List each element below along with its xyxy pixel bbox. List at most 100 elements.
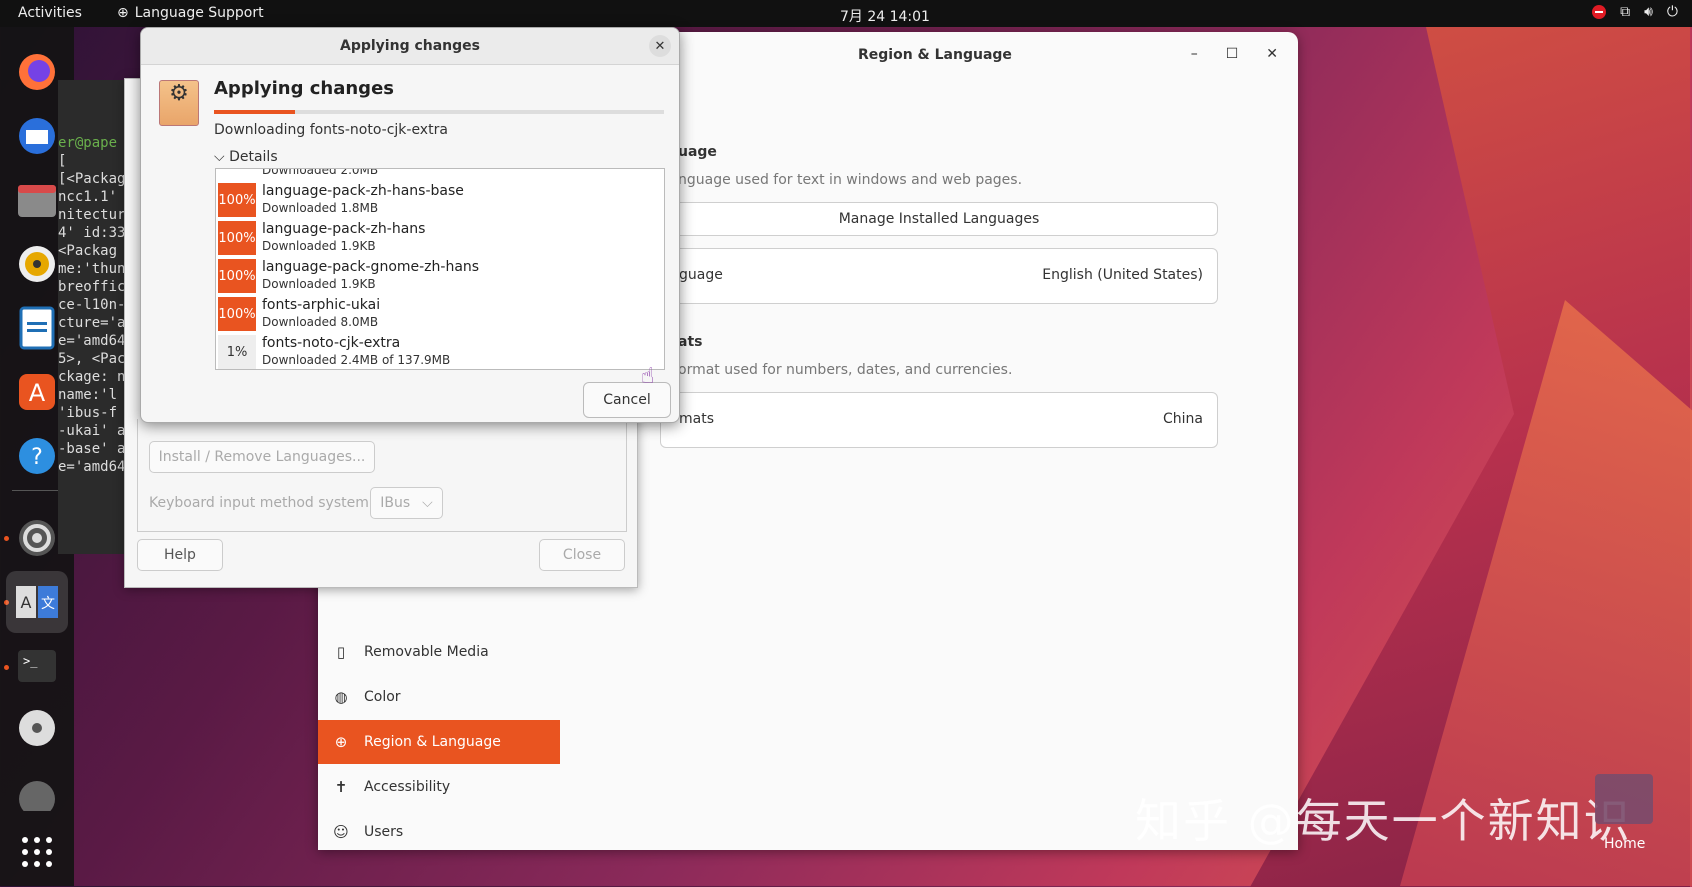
download-percent: 1% xyxy=(218,335,256,369)
power-icon[interactable]: ⏻ xyxy=(1667,4,1678,20)
help-label: Help xyxy=(164,547,196,563)
svg-text:A: A xyxy=(21,593,32,612)
help-icon[interactable]: ? xyxy=(12,431,62,481)
disc-icon[interactable] xyxy=(12,703,62,753)
update-icon[interactable] xyxy=(1592,5,1606,19)
language-section-subtitle: nguage used for text in windows and web … xyxy=(678,172,1022,188)
install-remove-label: Install / Remove Languages... xyxy=(159,449,366,465)
sidebar-item-label: Region & Language xyxy=(364,734,501,750)
sidebar-item-label: Accessibility xyxy=(364,779,450,795)
keyboard-input-select[interactable]: IBus ⌵ xyxy=(370,487,443,519)
applying-changes-dialog: Applying changes ✕ ⚙ Applying changes Do… xyxy=(140,27,680,423)
keyboard-input-value: IBus xyxy=(380,495,410,511)
close-icon[interactable]: ✕ xyxy=(1266,46,1278,62)
usb-icon: ▯ xyxy=(332,643,350,661)
install-remove-languages-button[interactable]: Install / Remove Languages... xyxy=(149,441,375,473)
language-row[interactable]: guage English (United States) xyxy=(660,248,1218,304)
terminal-icon[interactable]: >_ xyxy=(12,641,62,691)
close-icon[interactable]: ✕ xyxy=(649,35,671,57)
running-indicator xyxy=(4,536,9,541)
minimize-icon[interactable]: – xyxy=(1191,46,1198,62)
download-name: language-pack-zh-hans xyxy=(262,221,425,237)
svg-text:>_: >_ xyxy=(23,654,38,668)
color-icon: ◍ xyxy=(332,688,350,706)
dialog-heading: Applying changes xyxy=(214,78,394,99)
watermark: 知乎 @每天一个新知识 xyxy=(1135,785,1632,851)
accessibility-icon: ✝ xyxy=(332,778,350,796)
sidebar-item[interactable]: ✝ Accessibility xyxy=(318,765,560,809)
download-size: Downloaded 1.8MB xyxy=(262,201,378,215)
window-title: Region & Language xyxy=(858,47,1012,63)
keyboard-input-label: Keyboard input method system: xyxy=(149,495,374,511)
volume-icon[interactable]: 🔊︎ xyxy=(1644,4,1653,20)
formats-row-label: mats xyxy=(679,411,714,427)
rhythmbox-icon[interactable] xyxy=(12,239,62,289)
status-text: Downloading fonts-noto-cjk-extra xyxy=(214,122,448,138)
download-name: fonts-noto-cjk-extra xyxy=(262,335,400,351)
download-name: language-pack-gnome-zh-hans xyxy=(262,259,479,275)
details-label: Details xyxy=(229,149,278,165)
close-button[interactable]: Close xyxy=(539,539,625,571)
sidebar-item[interactable]: ⊕ Region & Language xyxy=(318,720,560,764)
clock[interactable]: 7月 24 14:01 xyxy=(840,6,930,26)
download-list[interactable]: Downloaded 2.0MB 100%language-pack-zh-ha… xyxy=(215,168,665,370)
home-label: Home xyxy=(1604,836,1645,852)
activities-button[interactable]: Activities xyxy=(18,5,82,21)
sidebar-item[interactable]: ☺ Users xyxy=(318,810,560,850)
progress-bar xyxy=(214,110,664,114)
maximize-icon[interactable]: ☐ xyxy=(1226,46,1239,62)
close-label: Close xyxy=(563,547,601,563)
chevron-down-icon: ⌵ xyxy=(422,495,433,511)
download-item: 100%language-pack-gnome-zh-hansDownloade… xyxy=(216,257,664,295)
download-percent: 100% xyxy=(218,297,256,331)
language-row-label: guage xyxy=(679,267,723,283)
dock-separator xyxy=(12,490,62,491)
sidebar-item[interactable]: ◍ Color xyxy=(318,675,560,719)
firefox-icon[interactable] xyxy=(12,47,62,97)
download-percent: 100% xyxy=(218,183,256,217)
cancel-label: Cancel xyxy=(603,392,650,408)
details-expander[interactable]: ⌵ Details xyxy=(214,149,278,165)
partial-item-text: Downloaded 2.0MB xyxy=(262,168,378,177)
top-bar: Activities ⊕ Language Support 7月 24 14:0… xyxy=(0,0,1692,27)
writer-icon[interactable] xyxy=(12,303,62,353)
dialog-title: Applying changes xyxy=(141,38,679,54)
manage-languages-button[interactable]: Manage Installed Languages xyxy=(660,202,1218,236)
chevron-down-icon: ⌵ xyxy=(214,149,225,165)
download-size: Downloaded 1.9KB xyxy=(262,277,376,291)
globe-icon: ⊕ xyxy=(117,5,129,21)
trash-icon[interactable] xyxy=(12,765,62,815)
formats-row[interactable]: mats China xyxy=(660,392,1218,448)
help-button[interactable]: Help xyxy=(137,539,223,571)
settings-icon[interactable] xyxy=(12,513,62,563)
network-icon[interactable]: ⧉ xyxy=(1620,4,1630,20)
home-folder-icon[interactable] xyxy=(1595,774,1653,824)
users-icon: ☺ xyxy=(332,823,350,841)
app-menu[interactable]: ⊕ Language Support xyxy=(117,5,264,21)
svg-text:A: A xyxy=(29,379,46,407)
download-item: 100%fonts-arphic-ukaiDownloaded 8.0MB xyxy=(216,295,664,333)
language-support-icon[interactable]: A文 xyxy=(6,571,68,633)
progress-fill xyxy=(214,110,295,114)
files-icon[interactable] xyxy=(12,175,62,225)
dialog-header: Applying changes ✕ xyxy=(141,28,679,65)
show-apps-icon[interactable] xyxy=(12,827,62,877)
cancel-button[interactable]: Cancel xyxy=(583,382,671,418)
window-controls: – ☐ ✕ xyxy=(1191,46,1278,62)
language-section-title: uage xyxy=(678,144,717,160)
download-item: 100%language-pack-zh-hansDownloaded 1.9K… xyxy=(216,219,664,257)
thunderbird-icon[interactable] xyxy=(12,111,62,161)
globe-icon: ⊕ xyxy=(332,733,350,751)
sidebar-item[interactable]: ▯ Removable Media xyxy=(318,630,560,674)
svg-text:?: ? xyxy=(31,445,43,470)
formats-section-title: ats xyxy=(678,334,702,350)
sidebar-item-label: Users xyxy=(364,824,403,840)
sidebar-item-label: Removable Media xyxy=(364,644,489,660)
download-size: Downloaded 2.4MB of 137.9MB xyxy=(262,353,450,367)
app-center-icon[interactable]: A xyxy=(12,367,62,417)
system-tray[interactable]: ⧉ 🔊︎ ⏻ xyxy=(1592,4,1678,20)
svg-text:文: 文 xyxy=(41,596,55,612)
sidebar-item-label: Color xyxy=(364,689,401,705)
manage-languages-label: Manage Installed Languages xyxy=(839,211,1040,227)
running-indicator xyxy=(4,665,9,670)
